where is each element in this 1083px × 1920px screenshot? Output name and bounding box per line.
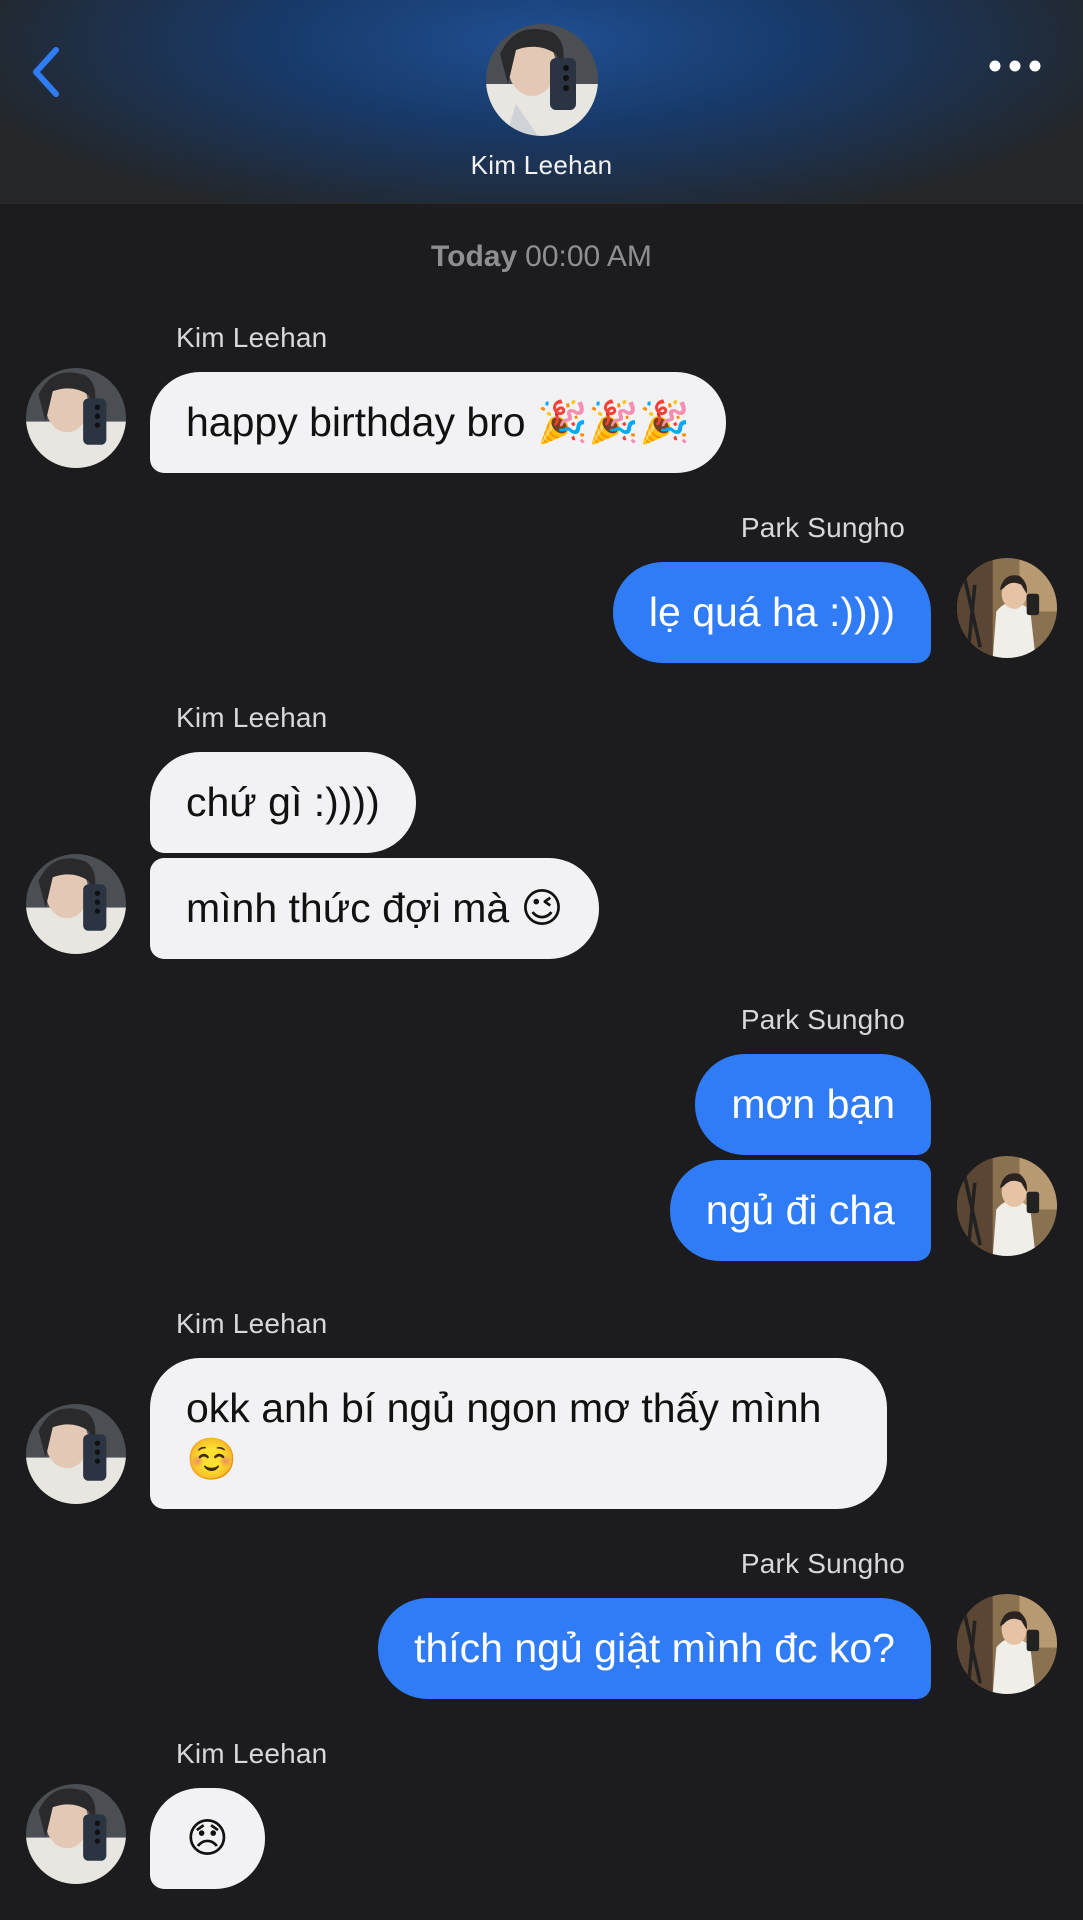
- sender-avatar[interactable]: [26, 854, 126, 954]
- my-avatar[interactable]: [957, 1594, 1057, 1694]
- message-bubble-incoming[interactable]: chứ gì :)))): [150, 752, 416, 853]
- sender-name: Park Sungho: [740, 1004, 905, 1035]
- sender-avatar[interactable]: [26, 1784, 126, 1884]
- park-sungho-avatar-icon: [957, 1594, 1057, 1694]
- sender-name: Kim Leehan: [176, 1308, 328, 1339]
- message-bubble-incoming[interactable]: 😞: [150, 1788, 265, 1889]
- chat-header: Kim Leehan: [0, 0, 1083, 204]
- my-avatar[interactable]: [957, 558, 1057, 658]
- message-bubble-incoming[interactable]: okk anh bí ngủ ngon mơ thấy mình ☺️: [150, 1358, 887, 1509]
- kim-leehan-avatar-icon: [26, 1404, 126, 1504]
- sender-name: Park Sungho: [740, 1548, 905, 1579]
- sender-avatar[interactable]: [26, 368, 126, 468]
- sender-name: Kim Leehan: [176, 1738, 328, 1769]
- sender-avatar[interactable]: [26, 1404, 126, 1504]
- sender-name: Kim Leehan: [176, 702, 328, 733]
- timestamp-day: Today: [431, 240, 518, 273]
- kim-leehan-avatar-icon: [26, 368, 126, 468]
- my-avatar[interactable]: [957, 1156, 1057, 1256]
- ellipsis-icon: [989, 60, 1041, 72]
- back-button[interactable]: [28, 44, 68, 100]
- message-bubble-outgoing[interactable]: lẹ quá ha :)))): [612, 562, 931, 663]
- timestamp-time: 00:00 AM: [525, 240, 652, 273]
- park-sungho-avatar-icon: [957, 1156, 1057, 1256]
- message-bubble-outgoing[interactable]: ngủ đi cha: [669, 1160, 931, 1261]
- avatar-photo-icon: [486, 24, 598, 136]
- conversation-timestamp: Today 00:00 AM: [0, 240, 1083, 274]
- message-bubble-outgoing[interactable]: thích ngủ giật mình đc ko?: [378, 1598, 931, 1699]
- park-sungho-avatar-icon: [957, 558, 1057, 658]
- chevron-left-icon: [33, 47, 59, 97]
- sender-name: Park Sungho: [740, 512, 905, 543]
- more-options-button[interactable]: [987, 54, 1043, 78]
- kim-leehan-avatar-icon: [26, 1784, 126, 1884]
- contact-name[interactable]: Kim Leehan: [0, 150, 1083, 181]
- contact-avatar[interactable]: [486, 24, 598, 136]
- message-bubble-outgoing[interactable]: mơn bạn: [695, 1054, 931, 1155]
- message-bubble-incoming[interactable]: mình thức đợi mà 😉: [150, 858, 600, 959]
- message-bubble-incoming[interactable]: happy birthday bro 🎉🎉🎉: [150, 372, 727, 473]
- kim-leehan-avatar-icon: [26, 854, 126, 954]
- sender-name: Kim Leehan: [176, 322, 328, 353]
